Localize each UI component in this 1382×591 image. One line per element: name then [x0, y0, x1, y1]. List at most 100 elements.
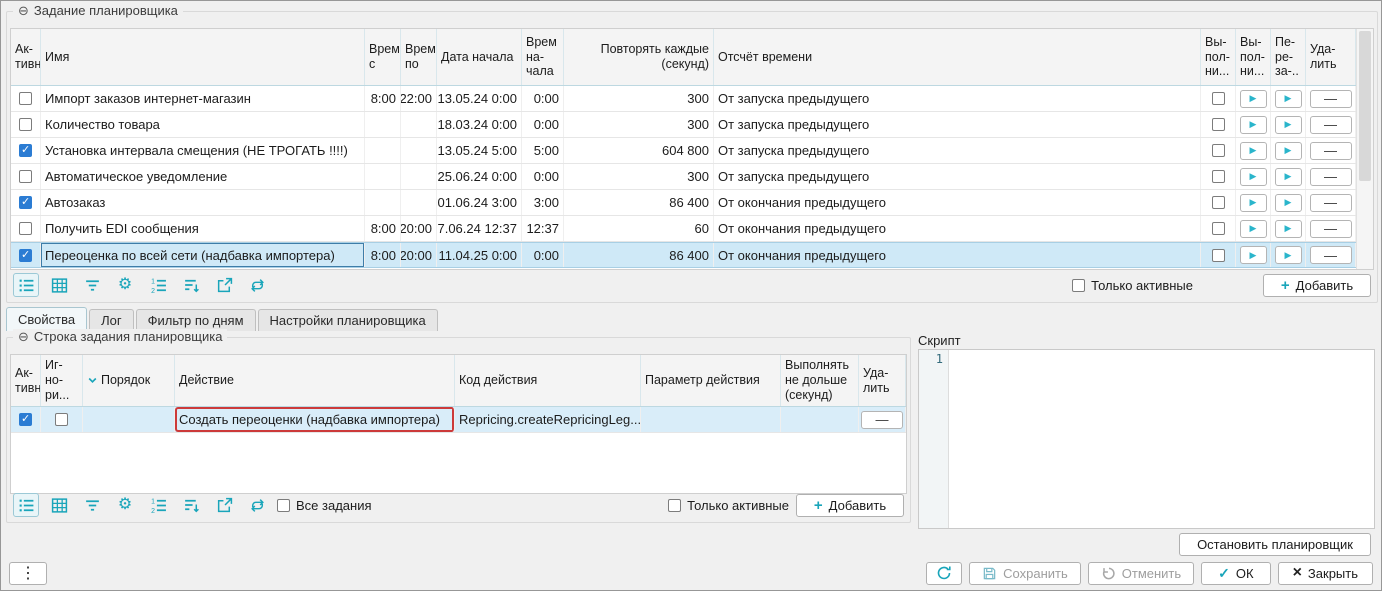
cancel-button[interactable]: Отменить — [1088, 562, 1194, 585]
active-checkbox[interactable] — [19, 196, 32, 209]
tab-day-filter[interactable]: Фильтр по дням — [136, 309, 256, 331]
start-date-cell[interactable]: 13.05.24 5:00 — [437, 138, 522, 163]
restart-button[interactable]: ▶ — [1275, 246, 1302, 264]
table-view-icon[interactable] — [46, 273, 72, 297]
repeat-cell[interactable]: 86 400 — [564, 190, 714, 215]
time-to-cell[interactable] — [401, 190, 437, 215]
col-ignore[interactable]: Иг- но- ри... — [41, 355, 83, 406]
ok-button[interactable]: ✓ ОК — [1201, 562, 1270, 585]
restart-button[interactable]: ▶ — [1275, 90, 1302, 108]
time-from-cell[interactable]: 8:00 — [365, 86, 401, 111]
list-view-icon[interactable] — [13, 493, 39, 517]
time-to-cell[interactable]: 20:00 — [401, 243, 437, 267]
time-from-cell[interactable] — [365, 190, 401, 215]
scheduler-row[interactable]: Автозаказ 01.06.24 3:00 3:00 86 400 От о… — [11, 190, 1356, 216]
vertical-scrollbar[interactable] — [1356, 29, 1373, 269]
task-name-cell[interactable]: Получить EDI сообщения — [41, 216, 365, 241]
active-checkbox[interactable] — [19, 118, 32, 131]
col-delete[interactable]: Уда- лить — [859, 355, 906, 406]
active-checkbox[interactable] — [19, 249, 32, 262]
only-active-checkbox[interactable]: Только активные — [1072, 278, 1193, 293]
col-done[interactable]: Вы- пол- ни... — [1201, 29, 1236, 85]
repeat-icon[interactable] — [244, 493, 270, 517]
start-time-cell[interactable]: 5:00 — [522, 138, 564, 163]
scheduler-row[interactable]: Количество товара 18.03.24 0:00 0:00 300… — [11, 112, 1356, 138]
start-time-cell[interactable]: 3:00 — [522, 190, 564, 215]
timing-cell[interactable]: От окончания предыдущего — [714, 190, 1201, 215]
time-from-cell[interactable]: 8:00 — [365, 216, 401, 241]
scheduler-row[interactable]: Установка интервала смещения (НЕ ТРОГАТЬ… — [11, 138, 1356, 164]
active-checkbox[interactable] — [19, 222, 32, 235]
col-restart[interactable]: Пе- ре- за-.. — [1271, 29, 1306, 85]
delete-row-button[interactable]: — — [1310, 116, 1352, 134]
time-from-cell[interactable] — [365, 112, 401, 137]
checkbox-box[interactable] — [668, 499, 681, 512]
run-button[interactable]: ▶ — [1240, 142, 1267, 160]
action-code-cell[interactable]: Repricing.createRepricingLeg... — [455, 407, 641, 432]
numbered-list-icon[interactable]: 12 — [145, 493, 171, 517]
start-date-cell[interactable]: 11.04.25 0:00 — [437, 243, 522, 267]
timeout-cell[interactable] — [781, 407, 859, 432]
delete-row-button[interactable]: — — [1310, 246, 1352, 264]
action-param-cell[interactable] — [641, 407, 781, 432]
start-date-cell[interactable]: 18.03.24 0:00 — [437, 112, 522, 137]
col-start-time[interactable]: Врем на- чала — [522, 29, 564, 85]
checkbox-box[interactable] — [277, 499, 290, 512]
time-to-cell[interactable] — [401, 164, 437, 189]
start-time-cell[interactable]: 0:00 — [522, 86, 564, 111]
start-date-cell[interactable]: 27.06.24 12:37 — [437, 216, 522, 241]
run-button[interactable]: ▶ — [1240, 168, 1267, 186]
all-tasks-checkbox[interactable]: Все задания — [277, 498, 372, 513]
time-to-cell[interactable]: 20:00 — [401, 216, 437, 241]
start-date-cell[interactable]: 25.06.24 0:00 — [437, 164, 522, 189]
filter-icon[interactable] — [79, 493, 105, 517]
delete-row-button[interactable]: — — [1310, 142, 1352, 160]
scheduler-row[interactable]: Получить EDI сообщения 8:00 20:00 27.06.… — [11, 216, 1356, 242]
sort-icon[interactable] — [178, 273, 204, 297]
col-timeout[interactable]: Выполнять не дольше (секунд) — [781, 355, 859, 406]
start-date-cell[interactable]: 01.06.24 3:00 — [437, 190, 522, 215]
scheduler-row[interactable]: Автоматическое уведомление 25.06.24 0:00… — [11, 164, 1356, 190]
run-button[interactable]: ▶ — [1240, 90, 1267, 108]
done-checkbox[interactable] — [1212, 196, 1225, 209]
tab-log[interactable]: Лог — [89, 309, 134, 331]
time-from-cell[interactable] — [365, 138, 401, 163]
run-button[interactable]: ▶ — [1240, 246, 1267, 264]
task-line-row-selected[interactable]: Создать переоценки (надбавка импортера) … — [11, 407, 906, 433]
open-external-icon[interactable] — [211, 493, 237, 517]
settings-gear-icon[interactable]: ⚙ — [112, 273, 138, 297]
timing-cell[interactable]: От запуска предыдущего — [714, 164, 1201, 189]
active-checkbox[interactable] — [19, 413, 32, 426]
save-button[interactable]: Сохранить — [969, 562, 1081, 585]
run-button[interactable]: ▶ — [1240, 116, 1267, 134]
start-time-cell[interactable]: 12:37 — [522, 216, 564, 241]
tab-scheduler-settings[interactable]: Настройки планировщика — [258, 309, 438, 331]
restart-button[interactable]: ▶ — [1275, 220, 1302, 238]
restart-button[interactable]: ▶ — [1275, 194, 1302, 212]
timing-cell[interactable]: От запуска предыдущего — [714, 138, 1201, 163]
list-view-icon[interactable] — [13, 273, 39, 297]
done-checkbox[interactable] — [1212, 118, 1225, 131]
timing-cell[interactable]: От окончания предыдущего — [714, 243, 1201, 267]
refresh-button[interactable] — [926, 562, 962, 585]
time-to-cell[interactable]: 22:00 — [401, 86, 437, 111]
menu-button[interactable]: ⋮ — [9, 562, 47, 585]
time-to-cell[interactable] — [401, 112, 437, 137]
repeat-cell[interactable]: 300 — [564, 86, 714, 111]
delete-row-button[interactable]: — — [1310, 168, 1352, 186]
done-checkbox[interactable] — [1212, 222, 1225, 235]
open-external-icon[interactable] — [211, 273, 237, 297]
col-active[interactable]: Ак- тивн — [11, 355, 41, 406]
active-checkbox[interactable] — [19, 92, 32, 105]
repeat-cell[interactable]: 60 — [564, 216, 714, 241]
scrollbar-thumb[interactable] — [1359, 31, 1371, 181]
col-delete[interactable]: Уда- лить — [1306, 29, 1356, 85]
col-repeat-every[interactable]: Повторять каждые (секунд) — [564, 29, 714, 85]
delete-row-button[interactable]: — — [1310, 90, 1352, 108]
close-button[interactable]: × Закрыть — [1278, 562, 1373, 585]
restart-button[interactable]: ▶ — [1275, 116, 1302, 134]
col-start-date[interactable]: Дата начала — [437, 29, 522, 85]
time-from-cell[interactable] — [365, 164, 401, 189]
repeat-cell[interactable]: 300 — [564, 164, 714, 189]
script-editor[interactable]: 1 — [918, 349, 1375, 529]
